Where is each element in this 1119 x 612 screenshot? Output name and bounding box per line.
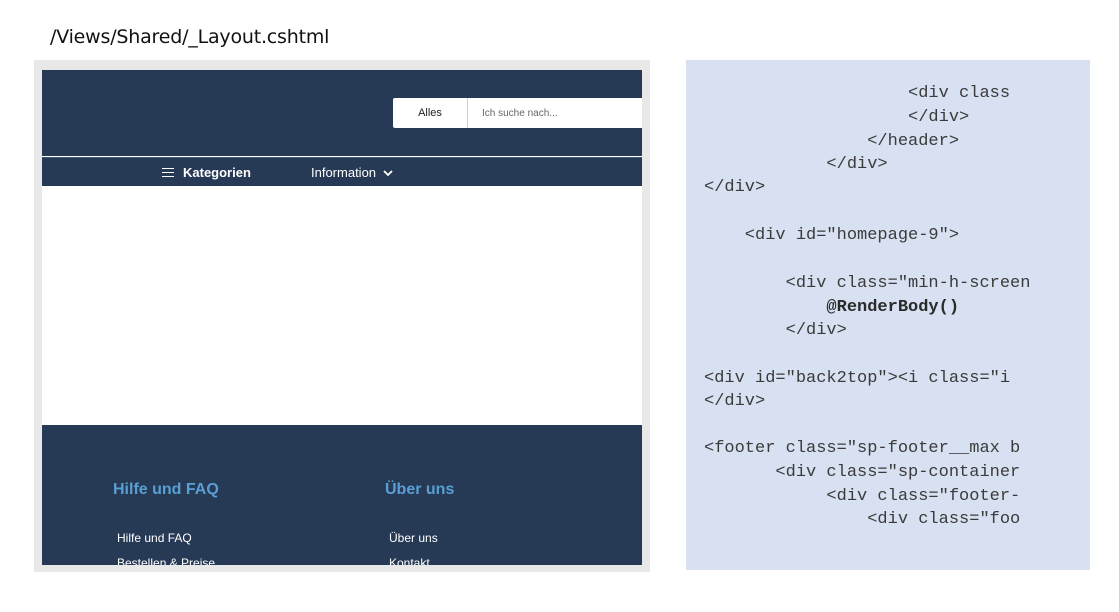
code-line: <footer class="sp-footer__max b: [704, 439, 1021, 458]
nav-information-label: Information: [311, 165, 377, 180]
footer-heading-about: Über uns: [385, 481, 455, 498]
code-line: </div>: [704, 108, 970, 127]
code-line-render-body: @RenderBody(): [704, 298, 960, 317]
file-path-label: /Views/Shared/_Layout.cshtml: [50, 26, 330, 48]
site-footer: Hilfe und FAQ Hilfe und FAQ Bestellen & …: [42, 425, 642, 565]
website-frame: Alles Kategorien Information Hilfe und F…: [42, 70, 642, 565]
code-line: <div class="foo: [704, 510, 1021, 529]
code-line: <div id="back2top"><i class="i: [704, 369, 1011, 388]
code-line: </header>: [704, 132, 960, 151]
nav-categories-button[interactable]: Kategorien: [162, 158, 251, 187]
code-line: </div>: [704, 178, 766, 197]
code-line: <div class="footer-: [704, 487, 1021, 506]
search-input[interactable]: [468, 98, 642, 128]
chevron-down-icon: [383, 169, 393, 176]
code-line: <div id="homepage-9">: [704, 226, 960, 245]
footer-link-contact[interactable]: Kontakt: [389, 556, 430, 565]
code-line: </div>: [704, 321, 847, 340]
footer-link-about[interactable]: Über uns: [389, 531, 438, 545]
code-line: <div class: [704, 84, 1011, 103]
footer-link-help[interactable]: Hilfe und FAQ: [117, 531, 192, 545]
code-line: <div class="min-h-screen: [704, 274, 1031, 293]
nav-categories-label: Kategorien: [183, 165, 251, 180]
code-panel: <div class </div> </header> </div> </div…: [686, 60, 1090, 570]
footer-link-ordering[interactable]: Bestellen & Preise: [117, 556, 215, 565]
code-line: <div class="sp-container: [704, 463, 1021, 482]
page-body: [42, 186, 642, 425]
footer-heading-help: Hilfe und FAQ: [113, 481, 219, 498]
search-bar: Alles: [393, 98, 642, 128]
hamburger-icon: [162, 165, 174, 180]
search-scope-select[interactable]: Alles: [393, 98, 468, 128]
website-preview: Alles Kategorien Information Hilfe und F…: [34, 60, 650, 572]
code-line: </div>: [704, 155, 888, 174]
nav-information-dropdown[interactable]: Information: [311, 158, 395, 187]
site-header: Alles: [42, 70, 642, 156]
main-nav: Kategorien Information: [42, 157, 642, 187]
code-line: </div>: [704, 392, 766, 411]
